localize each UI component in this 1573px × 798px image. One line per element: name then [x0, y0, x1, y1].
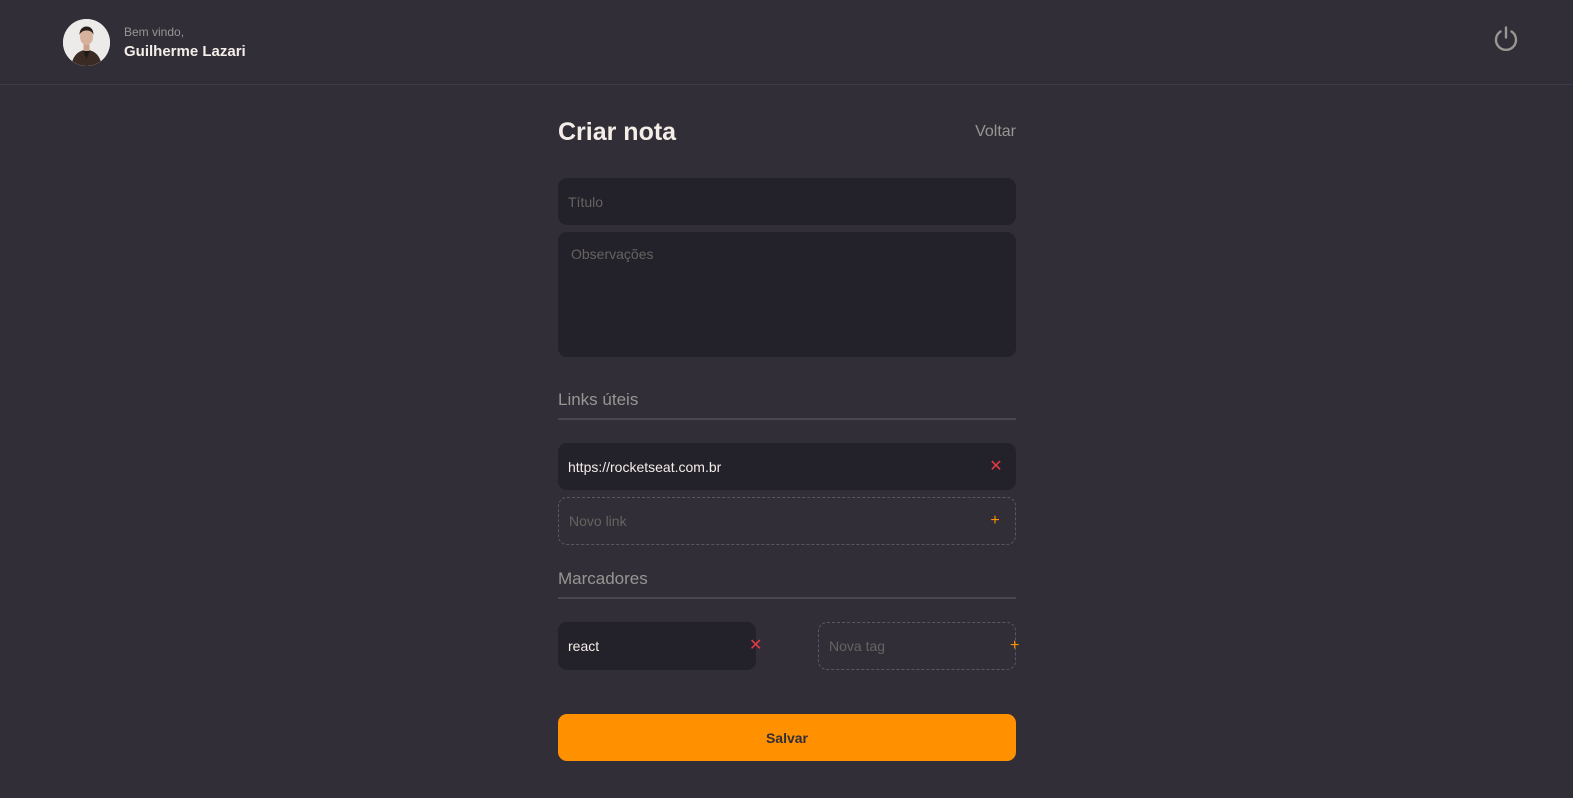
link-item: ✕ [558, 443, 1016, 490]
close-icon: ✕ [989, 457, 1003, 475]
new-link-input[interactable] [569, 513, 985, 529]
back-link[interactable]: Voltar [975, 123, 1016, 141]
signout-button[interactable] [1491, 24, 1521, 54]
tags-row: ✕ + [558, 622, 1019, 670]
new-tag-input[interactable] [829, 638, 1010, 654]
welcome-block: Bem vindo, Guilherme Lazari [124, 25, 246, 60]
avatar[interactable] [63, 18, 110, 66]
add-link-button[interactable]: + [985, 511, 1005, 531]
greeting-text: Bem vindo, [124, 24, 185, 39]
tag-value-input[interactable] [568, 638, 749, 654]
new-link-item: + [558, 497, 1016, 545]
user-profile[interactable]: Bem vindo, Guilherme Lazari [63, 18, 246, 66]
save-button[interactable]: Salvar [558, 714, 1016, 761]
remove-link-button[interactable]: ✕ [986, 457, 1006, 477]
plus-icon: + [990, 512, 1000, 529]
link-value-input[interactable] [568, 458, 986, 475]
add-tag-button[interactable]: + [1010, 636, 1019, 656]
notes-textarea[interactable] [558, 232, 1016, 357]
tags-section-title: Marcadores [558, 568, 1016, 599]
close-icon: ✕ [749, 637, 763, 654]
user-name[interactable]: Guilherme Lazari [124, 43, 246, 60]
remove-tag-button[interactable]: ✕ [749, 636, 762, 656]
create-note-form: Criar nota Voltar Links úteis ✕ + Marcad… [558, 117, 1019, 761]
plus-icon: + [1010, 637, 1020, 654]
power-icon [1494, 25, 1518, 51]
tag-item: ✕ [558, 622, 762, 670]
form-header: Criar nota Voltar [558, 117, 1016, 147]
links-section-title: Links úteis [558, 389, 1016, 420]
title-input[interactable] [558, 178, 1016, 225]
new-tag-item: + [818, 622, 1019, 670]
user-avatar-icon [63, 18, 110, 66]
app-header: Bem vindo, Guilherme Lazari [0, 0, 1573, 85]
page-title: Criar nota [558, 117, 677, 146]
